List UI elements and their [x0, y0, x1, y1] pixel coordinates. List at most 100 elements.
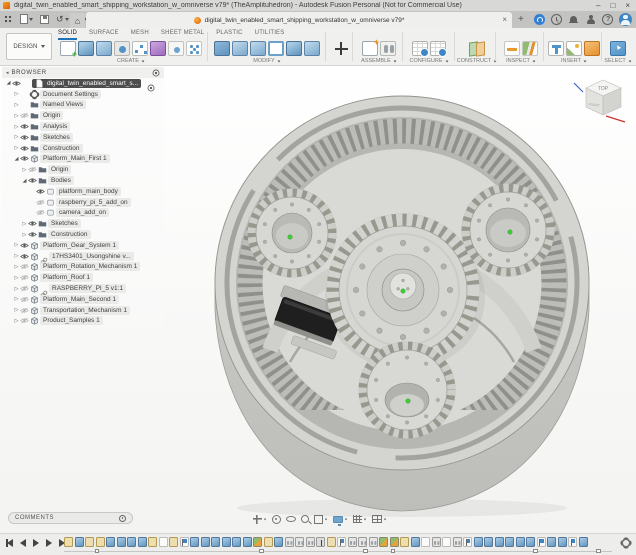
visibility-eye-icon[interactable] [12, 80, 21, 87]
timeline-feature-solid[interactable] [106, 537, 115, 547]
expander-icon[interactable]: ◢ [21, 178, 28, 184]
sweep-button[interactable] [96, 41, 112, 56]
timeline-feature-canvas[interactable] [442, 537, 451, 547]
create-form-button[interactable] [150, 41, 166, 56]
offset-face-button[interactable] [304, 41, 320, 56]
timeline-feature-canvas[interactable] [159, 537, 168, 547]
display-tool[interactable] [333, 516, 348, 523]
workspace-switcher[interactable]: DESIGN [6, 33, 52, 60]
browser-options-icon[interactable] [152, 69, 160, 77]
timeline-feature-solid[interactable] [127, 537, 136, 547]
timeline-feature-solid[interactable] [232, 537, 241, 547]
browser-item-label[interactable]: Transportation_Mechanism 1 [40, 306, 130, 315]
timeline-feature-solid[interactable] [211, 537, 220, 547]
timeline-slider[interactable] [64, 551, 612, 552]
radio-icon[interactable] [147, 84, 155, 92]
timeline-feature-flag[interactable] [537, 537, 546, 547]
timeline-feature-joint[interactable] [295, 537, 304, 547]
views-tool[interactable] [372, 515, 387, 523]
browser-row[interactable]: camera_add_on [2, 208, 164, 219]
tab-close-button[interactable]: × [502, 15, 507, 24]
browser-item-label[interactable]: Named Views [40, 100, 86, 109]
timeline-marker[interactable] [95, 549, 100, 554]
timeline-feature-sketch[interactable] [148, 537, 157, 547]
timeline-feature-canvas[interactable] [421, 537, 430, 547]
expander-icon[interactable]: ▷ [13, 91, 20, 97]
browser-item-label[interactable]: raspberry_pi_5_add_on [56, 198, 131, 207]
expander-icon[interactable]: ▷ [21, 221, 28, 227]
browser-row[interactable]: ◢Bodies [2, 175, 164, 186]
look-tool[interactable] [286, 516, 296, 522]
timeline-feature-solid[interactable] [411, 537, 420, 547]
expander-icon[interactable]: ◢ [13, 156, 20, 162]
browser-item-label[interactable]: Origin [40, 111, 63, 120]
visibility-eye-icon[interactable] [28, 166, 37, 173]
timeline-feature-solid[interactable] [138, 537, 147, 547]
visibility-eye-icon[interactable] [20, 145, 29, 152]
timeline-feature-sketch[interactable] [264, 537, 273, 547]
ribbon-group-dropdown[interactable]: INSERT [546, 58, 602, 64]
expander-icon[interactable]: ▷ [13, 318, 20, 324]
visibility-eye-icon[interactable] [20, 296, 29, 303]
visibility-eye-icon[interactable] [20, 317, 29, 324]
timeline-feature-solid[interactable] [201, 537, 210, 547]
timeline-marker[interactable] [533, 549, 538, 554]
ribbon-group-dropdown[interactable]: CONSTRUCT [456, 58, 498, 64]
timeline-feature-flag[interactable] [568, 537, 577, 547]
extensions-icon[interactable] [534, 14, 545, 25]
insert-derive-button[interactable] [548, 41, 564, 56]
pattern-button[interactable] [186, 41, 202, 56]
browser-row[interactable]: ▷RASPBERRY_PI_5 v1:1 [2, 283, 164, 294]
expander-icon[interactable]: ▷ [13, 113, 20, 119]
timeline-feature-sketch[interactable] [169, 537, 178, 547]
ribbon-group-dropdown[interactable]: INSPECT [498, 58, 544, 64]
timeline-feature-multi[interactable] [253, 537, 262, 547]
browser-item-label[interactable]: camera_add_on [56, 208, 109, 217]
select-button[interactable] [610, 41, 626, 56]
timeline-step-back-button[interactable] [19, 538, 28, 547]
app-grid-icon[interactable] [4, 15, 13, 24]
expander-icon[interactable]: ▷ [13, 253, 20, 259]
browser-item-label[interactable]: 17HS3401_Usongshine v... [49, 252, 134, 261]
timeline-feature-solid[interactable] [117, 537, 126, 547]
ribbon-group-dropdown[interactable]: SELECT [602, 58, 634, 64]
browser-row[interactable]: ▷Platform_Gear_System 1 [2, 240, 164, 251]
timeline-feature-solid[interactable] [75, 537, 84, 547]
file-new-icon[interactable] [20, 14, 33, 24]
browser-row[interactable]: ▷ 17HS3401_Usongshine v... [2, 251, 164, 262]
timeline-feature-solid[interactable] [243, 537, 252, 547]
timeline-settings-icon[interactable] [622, 539, 630, 547]
expander-icon[interactable]: ▷ [21, 232, 28, 238]
visibility-eye-icon[interactable] [20, 112, 29, 119]
browser-row[interactable]: ▷Construction [2, 229, 164, 240]
browser-row[interactable]: ▷Construction [2, 143, 164, 154]
expander-icon[interactable]: ▷ [13, 307, 20, 313]
expander-icon[interactable]: ▷ [13, 102, 20, 108]
ribbon-group-dropdown[interactable]: CONFIGURE [404, 58, 454, 64]
chamfer-button[interactable] [250, 41, 266, 56]
timeline-feature-solid[interactable] [547, 537, 556, 547]
section-analysis-button[interactable] [522, 41, 538, 56]
save-icon[interactable] [40, 15, 49, 24]
browser-item-label[interactable]: RASPBERRY_PI_5 v1:1 [49, 284, 126, 293]
browser-item-label[interactable]: Construction [40, 144, 83, 153]
timeline-feature-sketch[interactable] [85, 537, 94, 547]
browser-item-label[interactable]: Platform_Roof 1 [40, 273, 93, 282]
timeline-feature-solid[interactable] [190, 537, 199, 547]
timeline-feature-solid[interactable] [222, 537, 231, 547]
expander-icon[interactable]: ▷ [13, 242, 20, 248]
expander-icon[interactable]: ◢ [5, 80, 12, 86]
home-view-button[interactable]: ⌂ [70, 13, 85, 28]
planet-gear-left[interactable] [252, 193, 332, 273]
timeline-feature-joint[interactable] [453, 537, 462, 547]
expander-icon[interactable]: ▷ [13, 275, 20, 281]
browser-row[interactable]: ▷Sketches [2, 218, 164, 229]
fillet-button[interactable] [232, 41, 248, 56]
decal-button[interactable] [584, 41, 600, 56]
visibility-eye-icon[interactable] [20, 307, 29, 314]
browser-row[interactable]: ▷ Transportation_Mechanism 1 [2, 305, 164, 316]
browser-row[interactable]: ▷Product_Samples 1 [2, 316, 164, 327]
visibility-eye-icon[interactable] [20, 263, 29, 270]
visibility-eye-icon[interactable] [28, 231, 37, 238]
emboss-button[interactable] [168, 41, 184, 56]
